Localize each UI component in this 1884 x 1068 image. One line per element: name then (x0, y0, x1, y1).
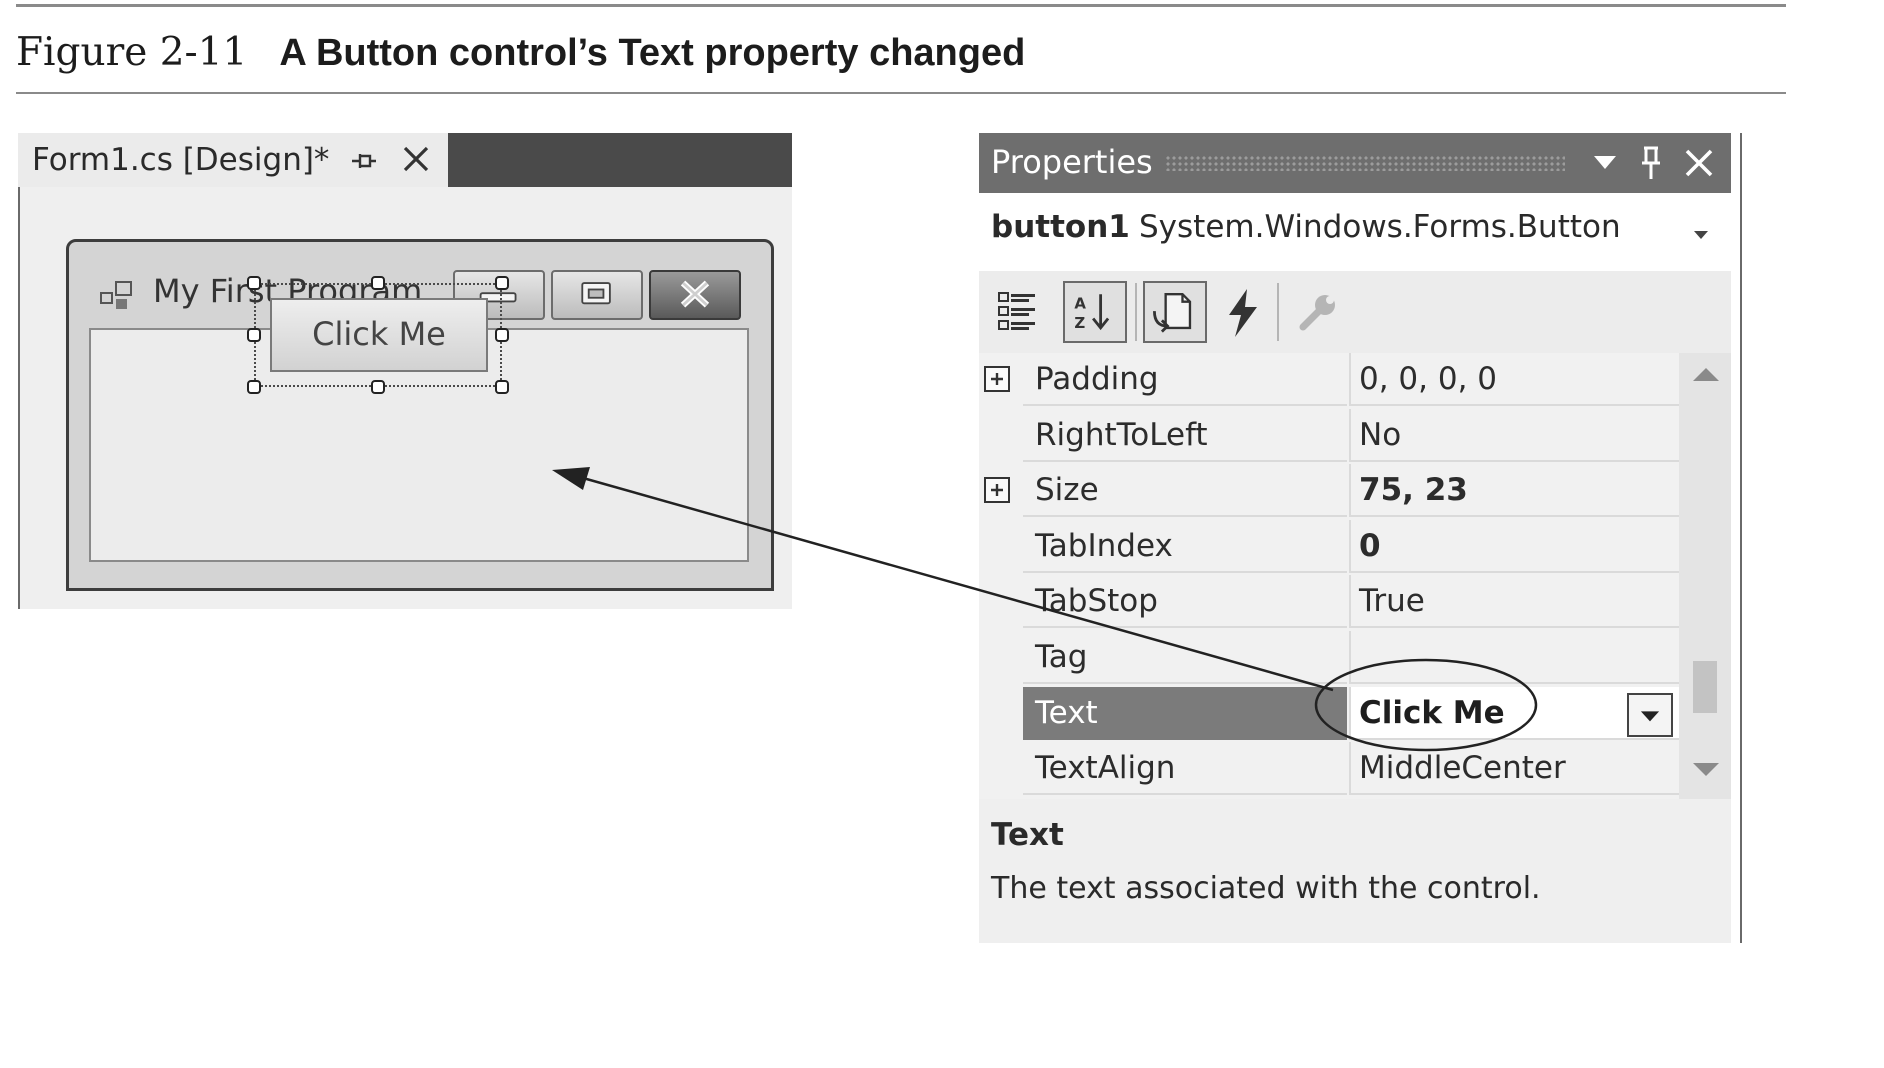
scroll-down-arrow-icon[interactable] (1691, 761, 1721, 779)
dropdown-arrow-icon[interactable] (1593, 153, 1617, 173)
property-value-text: 75, 23 (1359, 472, 1468, 509)
alphabetical-button[interactable]: A Z (1063, 281, 1127, 343)
property-row-text[interactable]: Text Click Me (979, 686, 1679, 742)
property-value[interactable]: True (1349, 575, 1679, 629)
resize-handle-bottom-left[interactable] (247, 380, 261, 394)
property-row-padding[interactable]: Padding 0, 0, 0, 0 (979, 353, 1679, 408)
property-name: Size (1023, 464, 1347, 518)
chevron-down-icon[interactable] (1693, 229, 1709, 241)
property-grid-scrollbar[interactable] (1679, 353, 1731, 799)
property-name: TextAlign (1023, 742, 1347, 796)
property-row-tag[interactable]: Tag (979, 631, 1679, 686)
property-value[interactable]: 75, 23 (1349, 464, 1679, 518)
property-value-text: No (1359, 416, 1402, 453)
categorized-icon (998, 292, 1035, 330)
scroll-up-arrow-icon[interactable] (1691, 365, 1721, 383)
properties-view-button[interactable] (1143, 281, 1207, 343)
top-rule (16, 4, 1786, 7)
expand-plus-icon[interactable] (983, 476, 1011, 504)
form-app-icon (100, 281, 132, 309)
property-row-righttoleft[interactable]: RightToLeft No (979, 408, 1679, 464)
property-name: Tag (1023, 631, 1347, 684)
property-name: RightToLeft (1023, 409, 1347, 462)
figure-number: Figure 2-11 (16, 30, 248, 75)
pin-icon[interactable] (348, 147, 378, 175)
properties-header: Properties (979, 133, 1731, 193)
property-row-tabindex[interactable]: TabIndex 0 (979, 519, 1679, 575)
resize-handle-right[interactable] (495, 328, 509, 342)
properties-title: Properties (991, 143, 1153, 181)
categorized-button[interactable] (989, 281, 1053, 343)
property-name: Padding (1023, 353, 1347, 406)
close-icon[interactable] (1683, 147, 1715, 179)
resize-handle-top-left[interactable] (247, 276, 261, 290)
description-text: The text associated with the control. (991, 871, 1541, 906)
object-name: button1 (991, 209, 1130, 245)
header-grip (1165, 155, 1565, 171)
property-name: Text (1023, 686, 1347, 740)
figure-title: A Button control’s Text property changed (279, 32, 1026, 74)
resize-handle-top[interactable] (371, 276, 385, 290)
property-value-text: 0, 0, 0, 0 (1359, 361, 1498, 397)
property-grid: Padding 0, 0, 0, 0 RightToLeft No Size 75, 23… (979, 353, 1731, 799)
property-name: TabStop (1023, 575, 1347, 629)
resize-handle-bottom[interactable] (371, 380, 385, 394)
property-row-textalign[interactable]: TextAlign MiddleCenter (979, 742, 1679, 797)
toolbar-separator (1135, 283, 1137, 341)
object-selector[interactable]: button1 System.Windows.Forms.Button (979, 193, 1731, 271)
property-row-size[interactable]: Size 75, 23 (979, 464, 1679, 519)
selection-frame (254, 283, 502, 387)
property-value-text: True (1359, 583, 1425, 620)
designer-tab[interactable]: Form1.cs [Design]* (18, 133, 448, 187)
close-window-button[interactable] (649, 270, 741, 320)
events-icon (1229, 289, 1257, 337)
properties-toolbar: A Z (979, 271, 1731, 353)
description-title: Text (991, 817, 1064, 853)
property-value[interactable] (1349, 631, 1679, 684)
toolbar-separator (1277, 283, 1279, 341)
property-pages-icon (1299, 295, 1335, 331)
form-designer-panel: Form1.cs [Design]* My First Program Clic… (18, 133, 792, 609)
property-value-text: Click Me (1359, 694, 1505, 731)
close-icon[interactable] (400, 143, 432, 175)
scroll-thumb[interactable] (1693, 661, 1717, 713)
designer-tab-strip (448, 133, 792, 187)
text-value-dropdown-button[interactable] (1627, 692, 1673, 737)
property-row-tabstop[interactable]: TabStop True (979, 575, 1679, 630)
property-value[interactable]: 0 (1349, 519, 1679, 573)
maximize-button[interactable] (551, 270, 643, 320)
property-value-text: 0 (1359, 527, 1381, 564)
caption-rule (16, 92, 1786, 94)
resize-handle-bottom-right[interactable] (495, 380, 509, 394)
property-value[interactable]: MiddleCenter (1349, 742, 1679, 796)
resize-handle-left[interactable] (247, 328, 261, 342)
properties-icon (1153, 293, 1192, 333)
property-value[interactable]: 0, 0, 0, 0 (1349, 353, 1679, 406)
svg-text:Z: Z (1074, 314, 1085, 332)
pin-icon[interactable] (1639, 145, 1663, 181)
maximize-icon (581, 282, 611, 305)
events-button[interactable] (1211, 281, 1275, 343)
property-name: TabIndex (1023, 520, 1347, 573)
figure-caption: Figure 2-11 A Button control’s Text prope… (16, 30, 1025, 75)
property-value[interactable]: No (1349, 408, 1679, 462)
property-value-text: MiddleCenter (1359, 750, 1566, 787)
resize-handle-top-right[interactable] (495, 276, 509, 290)
expand-plus-icon[interactable] (983, 365, 1011, 393)
property-pages-button[interactable] (1285, 281, 1349, 343)
designer-tab-label: Form1.cs [Design]* (32, 142, 330, 178)
close-icon (680, 280, 710, 308)
chevron-down-icon (1640, 710, 1660, 721)
properties-border (1740, 133, 1742, 943)
alphabetical-icon: A Z (1074, 294, 1110, 332)
svg-text:A: A (1074, 294, 1086, 312)
properties-panel: Properties button1 System.Windows.Forms.… (979, 133, 1742, 943)
object-type: System.Windows.Forms.Button (1139, 209, 1621, 245)
description-pane: Text The text associated with the contro… (979, 799, 1731, 943)
